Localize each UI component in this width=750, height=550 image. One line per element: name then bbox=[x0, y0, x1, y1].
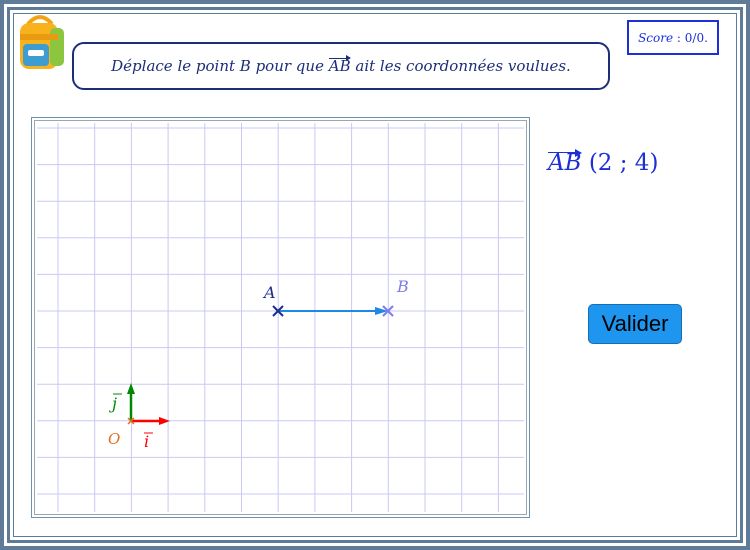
target-coords: (2 ; 4) bbox=[588, 150, 659, 176]
point-a-label: A bbox=[262, 283, 276, 302]
score-value: 0/0. bbox=[684, 30, 708, 45]
origin-label: O bbox=[108, 430, 120, 448]
target-coordinates: AB (2 ; 4) bbox=[548, 149, 659, 176]
target-vector: AB bbox=[548, 149, 582, 176]
coordinate-grid[interactable]: O i j A B bbox=[31, 117, 530, 518]
score-label: Score bbox=[638, 30, 674, 45]
instruction-banner: Déplace le point B pour que AB ait les c… bbox=[72, 42, 610, 90]
unit-vector-i-label: i bbox=[144, 432, 149, 451]
validate-button[interactable]: Valider bbox=[588, 304, 682, 344]
point-b[interactable] bbox=[379, 302, 397, 320]
backpack-icon bbox=[20, 15, 64, 69]
score-separator: : bbox=[673, 30, 685, 45]
instruction-text-before: Déplace le point B pour que bbox=[111, 57, 324, 75]
instruction-text-after: ait les coordonnées voulues. bbox=[355, 57, 571, 75]
score-box: Score : 0/0. bbox=[627, 20, 719, 55]
point-b-label: B bbox=[396, 277, 409, 296]
instruction-vector: AB bbox=[328, 55, 351, 75]
